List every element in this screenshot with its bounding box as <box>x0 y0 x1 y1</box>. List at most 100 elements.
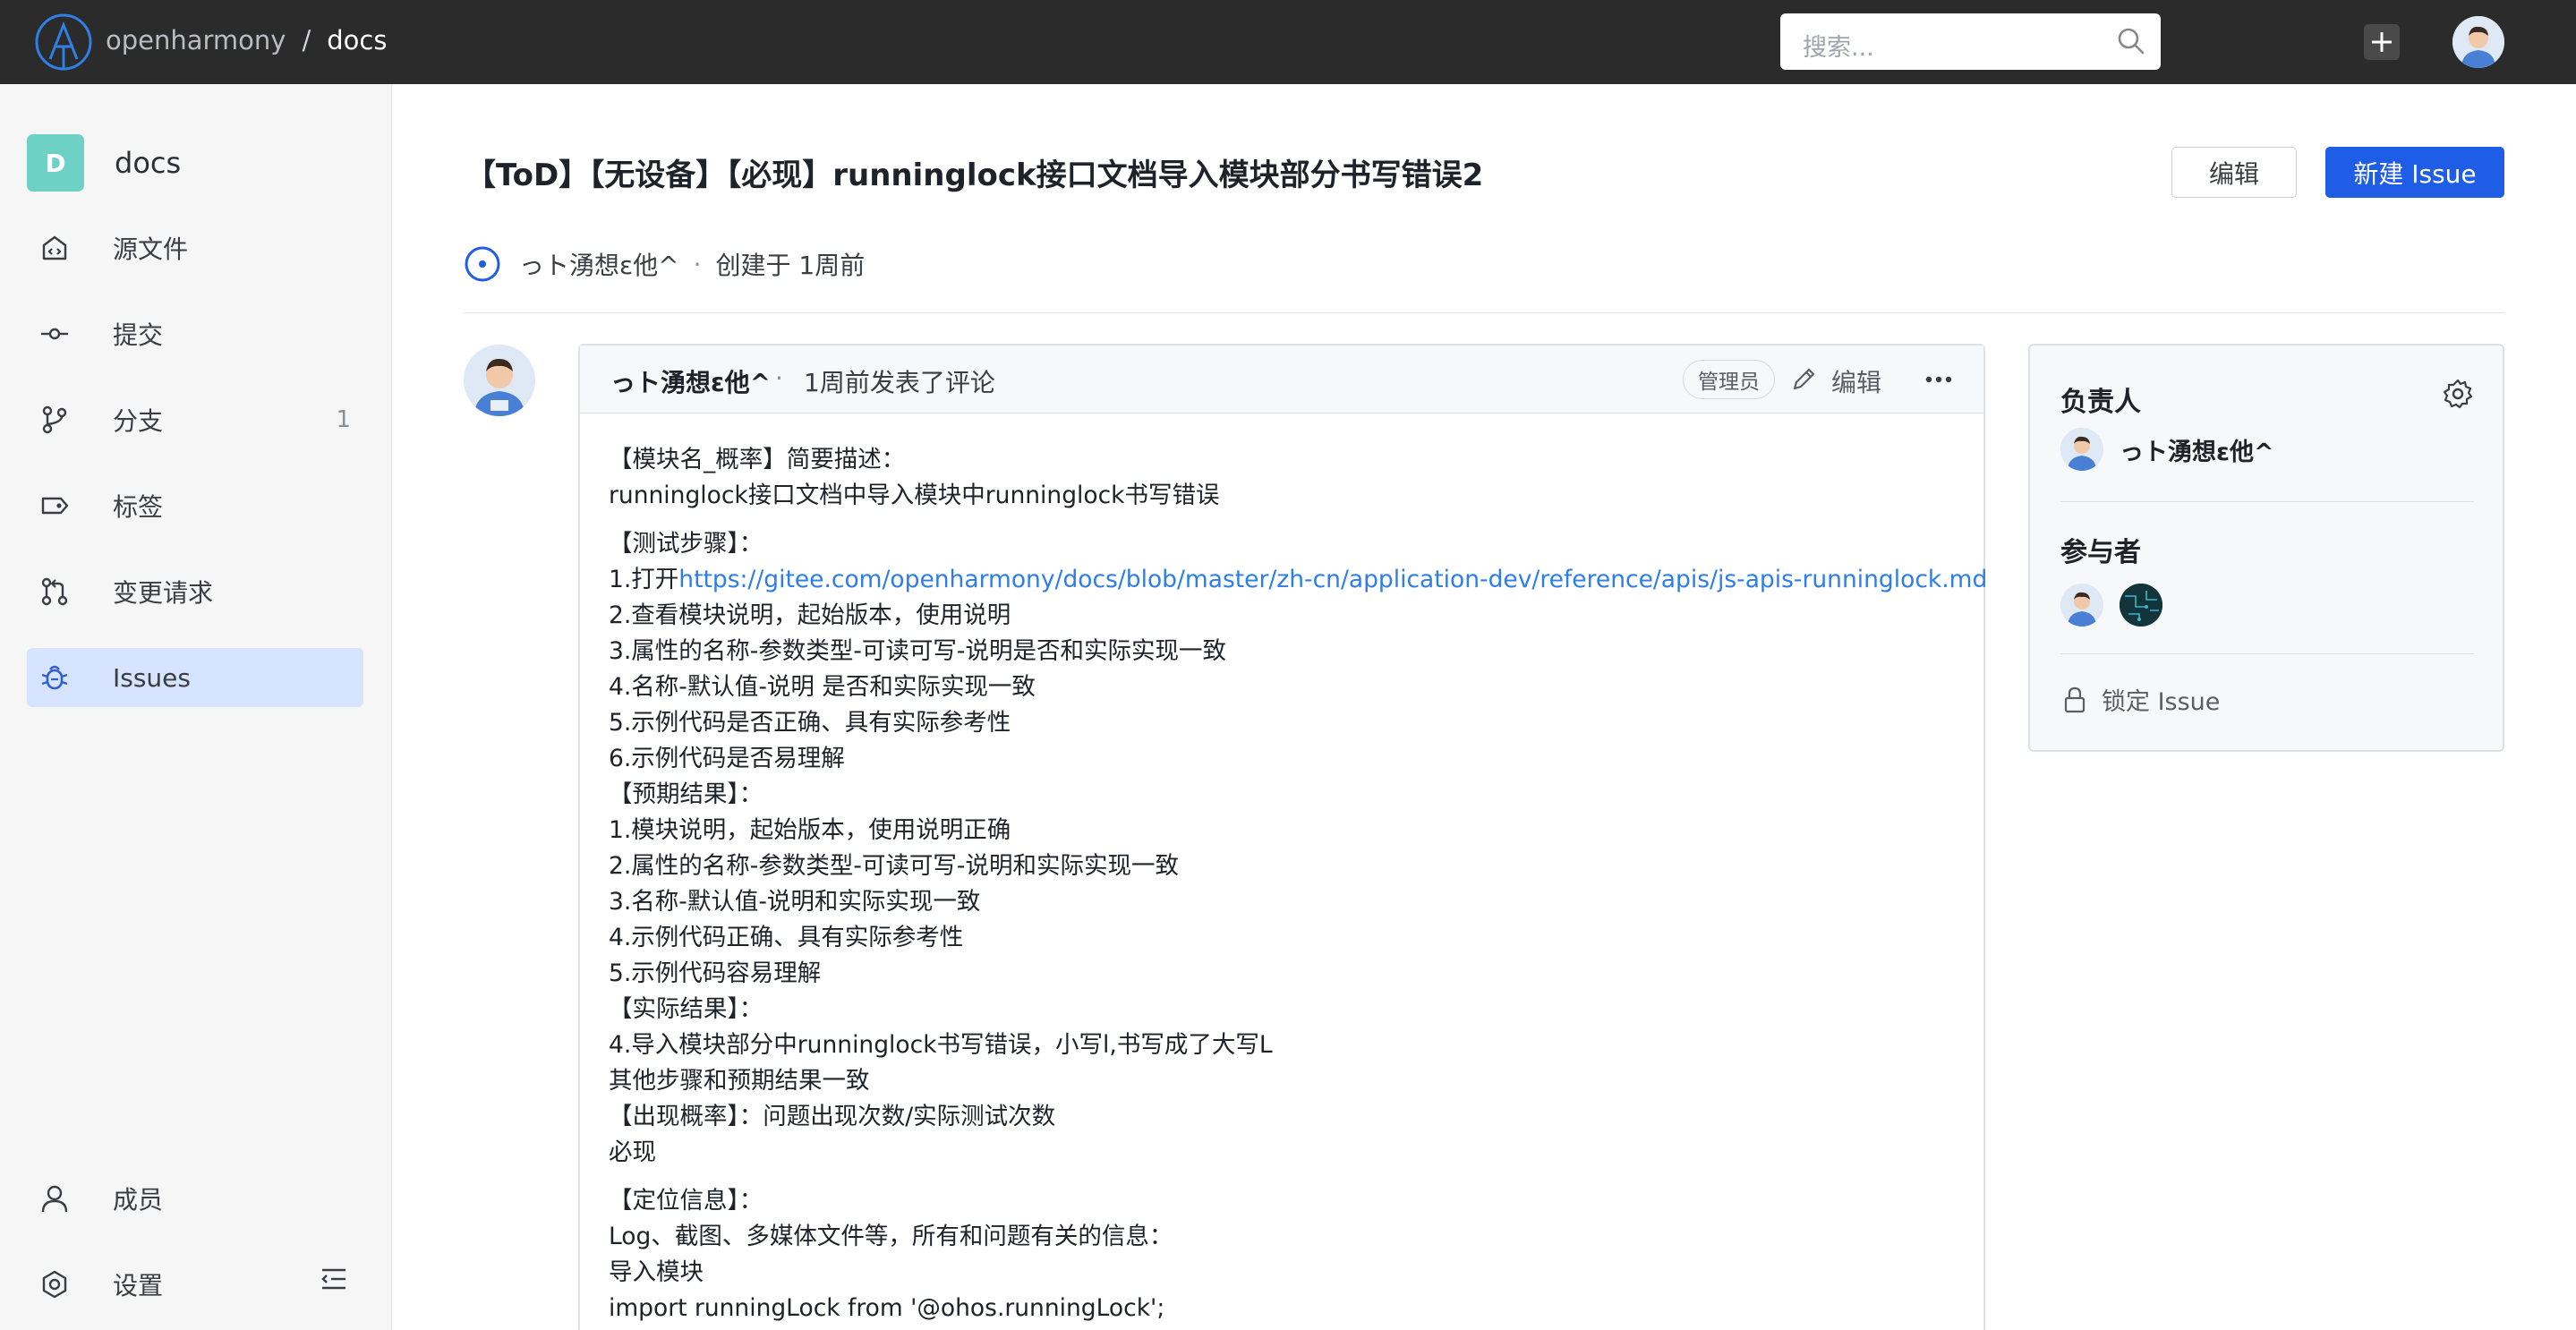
issue-author[interactable]: っト湧想ε他^ <box>519 246 679 282</box>
participant-avatar[interactable] <box>2120 584 2162 627</box>
collapse-sidebar-icon[interactable] <box>319 1264 349 1294</box>
comment-line: 1.打开https://gitee.com/openharmony/docs/b… <box>609 562 1987 598</box>
branch-icon <box>42 405 67 434</box>
issue-meta: っト湧想ε他^ · 创建于 1周前 <box>464 245 865 283</box>
new-issue-button[interactable]: 新建 Issue <box>2325 147 2504 198</box>
search-placeholder: 搜索... <box>1803 34 1874 62</box>
edit-comment-button[interactable]: 编辑 <box>1831 363 1881 399</box>
panel-divider <box>2060 501 2474 502</box>
assignee-name: っト湧想ε他^ <box>2120 438 2274 466</box>
code-file-icon <box>42 235 67 260</box>
comment-line: 必现 <box>609 1138 656 1166</box>
pull-request-icon <box>41 577 68 606</box>
search-icon[interactable] <box>2116 26 2146 56</box>
comment-line: 导入模块 <box>609 1258 704 1286</box>
open-status-icon <box>465 246 500 282</box>
breadcrumb-repo[interactable]: docs <box>327 25 387 55</box>
sidebar-item-label: 设置 <box>113 1271 164 1300</box>
participants-list <box>2060 584 2162 627</box>
sidebar: D docs 源文件 提交 分支 1 标签 变更请求 Issues 成员 设置 <box>0 84 392 1330</box>
plus-icon <box>2372 32 2392 52</box>
comment-header: っト湧想ε他^ · 1周前发表了评论 管理员 编辑 <box>580 345 1983 413</box>
comment-line: 2.查看模块说明，起始版本，使用说明 <box>609 601 1011 629</box>
comment-line: import runningLock from '@ohos.runningLo… <box>609 1294 1165 1322</box>
comment-line: 5.示例代码是否正确、具有实际参考性 <box>609 709 1011 737</box>
header-divider <box>464 312 2504 313</box>
comment-author[interactable]: っト湧想ε他^ <box>610 363 771 399</box>
comment-line: Log、截图、多媒体文件等，所有和问题有关的信息： <box>609 1223 1173 1250</box>
sidebar-item-label: 源文件 <box>113 234 189 264</box>
sidebar-item-tags[interactable]: 标签 <box>27 476 363 535</box>
avatar-image-icon <box>2452 16 2504 68</box>
comment-line: 3.属性的名称-参数类型-可读可写-说明是否和实际实现一致 <box>609 637 1226 665</box>
doc-link[interactable]: https://gitee.com/openharmony/docs/blob/… <box>678 566 1987 593</box>
comment-separator: · <box>775 363 783 393</box>
sidebar-item-pull-requests[interactable]: 变更请求 <box>27 562 363 621</box>
assignee-heading: 负责人 <box>2060 387 2141 418</box>
role-badge: 管理员 <box>1683 360 1775 399</box>
meta-separator: · <box>693 249 702 279</box>
comment-line: 1.模块说明，起始版本，使用说明正确 <box>609 816 1011 844</box>
gear-icon[interactable] <box>2442 378 2474 410</box>
sidebar-item-commits[interactable]: 提交 <box>27 304 363 363</box>
comment-line: 5.示例代码容易理解 <box>609 959 822 987</box>
pencil-icon[interactable] <box>1790 364 1819 393</box>
search-input[interactable]: 搜索... <box>1780 13 2161 70</box>
lock-issue-button[interactable]: 锁定 Issue <box>2060 682 2220 717</box>
comment-line: 【实际结果】： <box>609 995 763 1023</box>
comment-line: 【模块名_概率】简要描述： <box>609 446 906 473</box>
repo-header[interactable]: D docs <box>27 134 181 192</box>
issue-created-time: 创建于 1周前 <box>715 251 866 280</box>
comment-body: 【模块名_概率】简要描述： runninglock接口文档中导入模块中runni… <box>609 442 1987 1326</box>
comment-line: 3.名称-默认值-说明和实际实现一致 <box>609 888 981 916</box>
panel-divider <box>2060 653 2474 654</box>
breadcrumb: openharmony / docs <box>106 25 387 55</box>
repo-name: docs <box>115 146 182 180</box>
sidebar-item-members[interactable]: 成员 <box>27 1169 363 1228</box>
comment-line: runninglock接口文档中导入模块中runninglock书写错误 <box>609 482 1220 509</box>
comment-line: 【定位信息】： <box>609 1187 763 1215</box>
breadcrumb-org[interactable]: openharmony <box>106 25 286 55</box>
avatar-image-icon <box>2060 584 2103 627</box>
sidebar-item-branches[interactable]: 分支 1 <box>27 390 363 449</box>
comment-line: 6.示例代码是否易理解 <box>609 745 845 772</box>
create-new-button[interactable] <box>2364 24 2400 60</box>
comment-line: 4.示例代码正确、具有实际参考性 <box>609 924 964 951</box>
participants-heading: 参与者 <box>2060 537 2141 568</box>
issue-comment: っト湧想ε他^ · 1周前发表了评论 管理员 编辑 【模块名_概率】简要描述： … <box>578 344 1987 1330</box>
commit-icon <box>41 328 68 340</box>
openharmony-logo-icon[interactable] <box>34 13 93 72</box>
assignee[interactable]: っト湧想ε他^ <box>2060 428 2274 471</box>
branch-count: 1 <box>336 406 351 433</box>
comment-line: 【预期结果】： <box>609 780 763 808</box>
assignee-avatar <box>2060 428 2103 471</box>
comment-time: 1周前发表了评论 <box>804 368 995 397</box>
top-bar: openharmony / docs 搜索... <box>0 0 2576 84</box>
edit-issue-button[interactable]: 编辑 <box>2171 147 2297 198</box>
sidebar-item-label: 变更请求 <box>113 578 214 608</box>
comment-line: 4.名称-默认值-说明 是否和实际实现一致 <box>609 673 1036 701</box>
more-options-icon[interactable] <box>1921 362 1957 397</box>
sidebar-item-label: Issues <box>113 662 191 693</box>
user-icon <box>41 1185 68 1213</box>
circuit-avatar-icon <box>2120 584 2162 627</box>
comment-line: 【测试步骤】： <box>609 530 763 558</box>
issue-sidebar-panel: 负责人 っト湧想ε他^ 参与者 锁定 Issue <box>2028 344 2504 752</box>
user-avatar[interactable] <box>2452 16 2504 68</box>
comment-line: 2.属性的名称-参数类型-可读可写-说明和实际实现一致 <box>609 852 1179 880</box>
sidebar-item-issues[interactable]: Issues <box>27 648 363 707</box>
avatar-image-icon <box>2060 428 2103 471</box>
sidebar-item-source[interactable]: 源文件 <box>27 218 363 277</box>
bug-icon <box>41 665 68 690</box>
avatar-image-icon <box>464 345 535 416</box>
comment-author-avatar[interactable] <box>464 345 535 416</box>
tag-icon <box>41 497 69 515</box>
lock-issue-label: 锁定 Issue <box>2102 688 2221 716</box>
step-prefix: 1.打开 <box>609 566 679 593</box>
sidebar-item-settings[interactable]: 设置 <box>27 1255 304 1314</box>
comment-line: 其他步骤和预期结果一致 <box>609 1067 870 1095</box>
settings-icon <box>42 1270 67 1299</box>
participant-avatar[interactable] <box>2060 584 2103 627</box>
